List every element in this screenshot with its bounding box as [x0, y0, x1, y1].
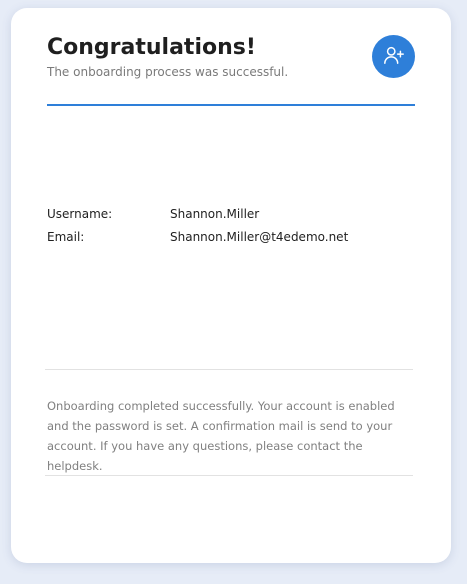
message-divider-top — [45, 369, 413, 370]
email-label: Email: — [47, 230, 85, 244]
page-title: Congratulations! — [47, 35, 256, 60]
onboarding-card: Congratulations! The onboarding process … — [11, 8, 451, 563]
username-row: Username: Shannon.Miller — [47, 206, 259, 222]
username-label: Username: — [47, 207, 113, 221]
completion-message: Onboarding completed successfully. Your … — [47, 399, 395, 473]
email-row: Email: Shannon.Miller@t4edemo.net — [47, 229, 348, 245]
user-plus-icon — [383, 44, 405, 70]
header-divider — [47, 104, 415, 106]
email-value: Shannon.Miller@t4edemo.net — [170, 230, 349, 244]
page-subtitle: The onboarding process was successful. — [47, 65, 289, 79]
username-value: Shannon.Miller — [170, 207, 260, 221]
message-divider-bottom — [45, 475, 413, 476]
user-plus-badge — [372, 35, 415, 78]
